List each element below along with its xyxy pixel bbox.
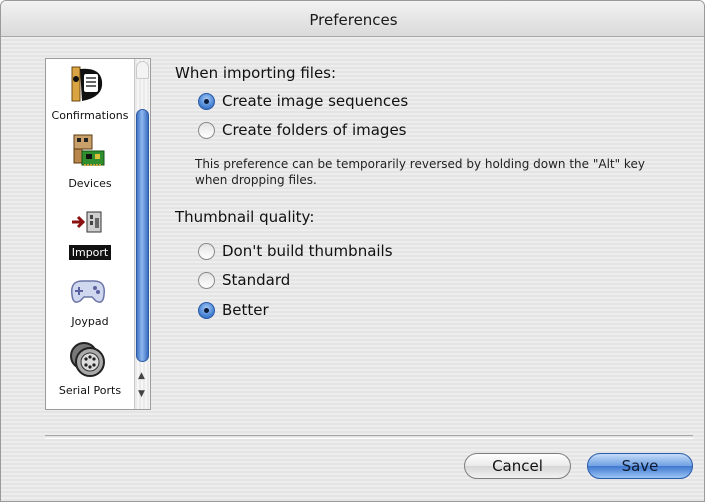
radio-label-dont-build-thumbnails[interactable]: Don't build thumbnails bbox=[222, 242, 393, 260]
scroll-up-arrow-icon[interactable]: ▲ bbox=[138, 371, 145, 381]
import-icon bbox=[72, 211, 102, 233]
radio-dont-build-thumbnails[interactable] bbox=[198, 243, 215, 260]
divider bbox=[45, 435, 693, 439]
joypad-icon bbox=[70, 280, 106, 303]
radio-create-image-sequences[interactable] bbox=[198, 93, 215, 110]
sidebar-scrollbar[interactable]: ▲ ▼ bbox=[134, 59, 150, 409]
radio-label-create-image-sequences[interactable]: Create image sequences bbox=[222, 92, 408, 110]
cancel-button[interactable]: Cancel bbox=[464, 453, 571, 479]
sidebar-item-devices[interactable]: Devices bbox=[46, 129, 134, 197]
sidebar-item-joypad[interactable]: Joypad bbox=[46, 267, 134, 335]
save-button[interactable]: Save bbox=[587, 453, 693, 479]
scroll-down-arrow-icon[interactable]: ▼ bbox=[138, 389, 145, 399]
import-heading: When importing files: bbox=[175, 64, 337, 82]
thumbnail-heading: Thumbnail quality: bbox=[175, 208, 315, 226]
scrollbar-top-cap bbox=[136, 61, 149, 79]
sidebar-item-label: Confirmations bbox=[51, 109, 129, 122]
sidebar-item-label: Joypad bbox=[71, 315, 109, 328]
radio-label-standard[interactable]: Standard bbox=[222, 271, 290, 289]
confirmations-icon bbox=[71, 66, 103, 102]
preferences-sidebar: Confirmations Devices Import Joypad Seri… bbox=[45, 58, 151, 410]
radio-label-better[interactable]: Better bbox=[222, 301, 269, 319]
radio-label-create-folders-of-images[interactable]: Create folders of images bbox=[222, 121, 407, 139]
import-note-line1: This preference can be temporarily rever… bbox=[195, 157, 645, 171]
sidebar-item-label: Serial Ports bbox=[58, 384, 122, 397]
radio-standard[interactable] bbox=[198, 272, 215, 289]
devices-icon bbox=[73, 134, 105, 166]
import-note-line2: when dropping files. bbox=[195, 173, 317, 187]
title-bar[interactable]: Preferences bbox=[1, 1, 704, 37]
radio-create-folders-of-images[interactable] bbox=[198, 122, 215, 139]
window-title: Preferences bbox=[309, 11, 398, 29]
sidebar-item-serial-ports[interactable]: Serial Ports bbox=[46, 336, 134, 404]
preferences-window: Preferences Confirmations Devices Import… bbox=[0, 0, 705, 502]
scrollbar-thumb[interactable] bbox=[136, 109, 149, 362]
sidebar-item-label: Devices bbox=[68, 177, 112, 190]
sidebar-item-confirmations[interactable]: Confirmations bbox=[46, 61, 134, 129]
radio-better[interactable] bbox=[198, 302, 215, 319]
serial-ports-icon bbox=[70, 342, 105, 377]
sidebar-item-label: Import bbox=[46, 245, 134, 260]
import-note: This preference can be temporarily rever… bbox=[195, 156, 704, 188]
sidebar-list: Confirmations Devices Import Joypad Seri… bbox=[46, 59, 134, 409]
sidebar-item-import[interactable]: Import bbox=[46, 198, 134, 266]
